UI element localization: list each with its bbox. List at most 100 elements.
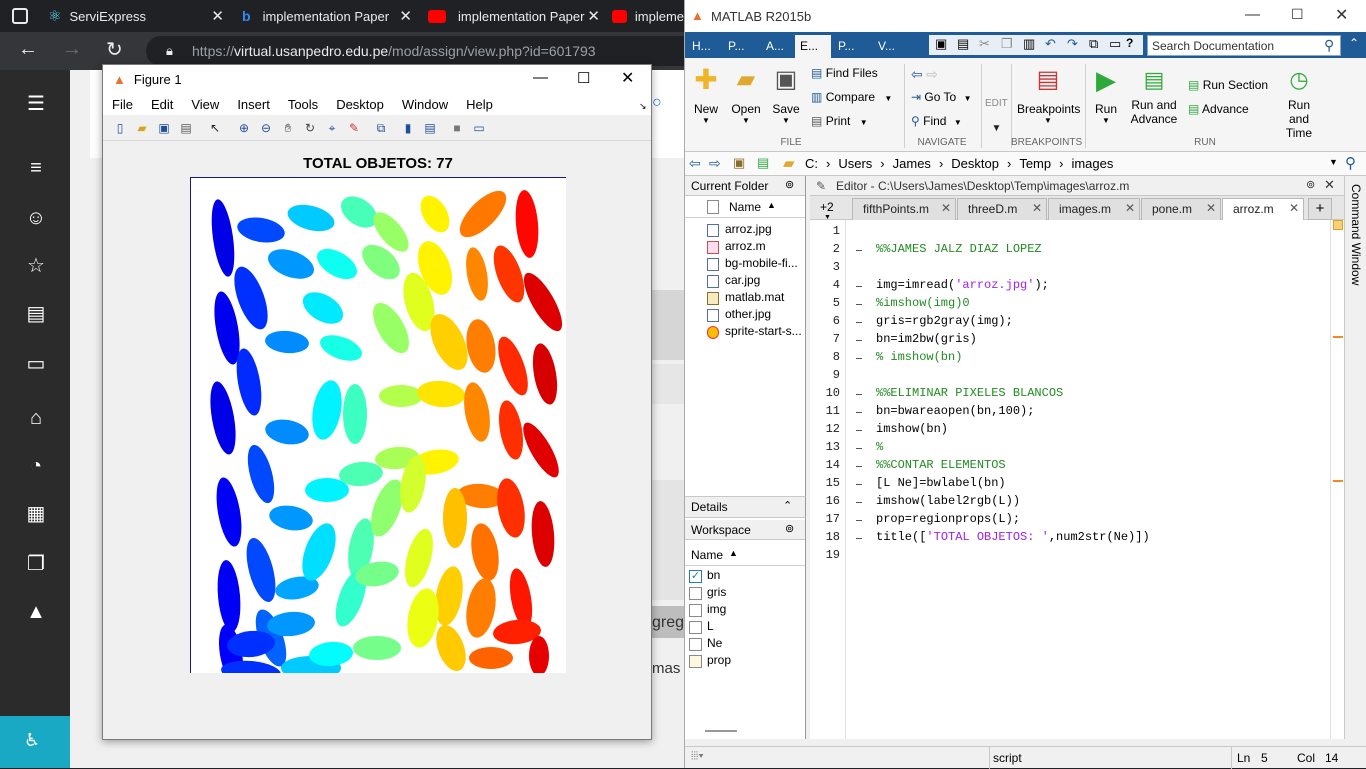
list-item[interactable]: arroz.jpg <box>685 222 805 239</box>
close-icon[interactable]: ✕ <box>1289 201 1299 215</box>
column-header[interactable]: Name ▲ <box>685 544 805 566</box>
brush-icon[interactable]: ✎ <box>346 120 362 136</box>
breadcrumb-item[interactable]: C: <box>805 156 818 171</box>
menu-help[interactable]: Help <box>457 97 502 112</box>
tab-editor[interactable]: E... <box>795 35 831 58</box>
breakpoint-slot[interactable] <box>856 250 862 251</box>
search-icon[interactable]: ⚲ <box>1345 154 1356 172</box>
menu-window[interactable]: Window <box>393 97 457 112</box>
close-icon[interactable]: ✕ <box>621 68 634 88</box>
close-icon[interactable]: ✕ <box>1032 201 1042 215</box>
tab-actions-icon[interactable] <box>12 8 28 24</box>
tab-apps[interactable]: A... <box>761 35 795 58</box>
zoom-out-icon[interactable]: ⊖ <box>258 120 274 136</box>
tab-arroz[interactable]: arroz.m ✕ <box>1222 198 1304 220</box>
new-figure-icon[interactable]: ▯ <box>112 120 128 136</box>
forward-icon[interactable]: ⇨ <box>709 155 721 172</box>
list-item[interactable]: Ne <box>685 636 805 653</box>
breakpoint-slot[interactable] <box>856 412 862 413</box>
list-item[interactable]: img <box>685 602 805 619</box>
up-folder-icon[interactable]: ▣ <box>733 155 745 171</box>
gauge-icon[interactable]: ◔ <box>22 452 50 480</box>
browse-folder-icon[interactable]: ▤ <box>757 155 769 171</box>
user-icon[interactable]: ☺ <box>22 204 50 232</box>
open-icon[interactable]: ▰ <box>134 120 150 136</box>
breakpoint-slot[interactable] <box>856 448 862 449</box>
legend-icon[interactable]: ▤ <box>422 120 438 136</box>
tab-plots[interactable]: P... <box>723 35 757 58</box>
redo-icon[interactable]: ↷ <box>1067 36 1078 52</box>
close-icon[interactable]: ✕ <box>399 7 412 25</box>
add-tab-button[interactable]: + <box>1308 198 1332 220</box>
breakpoint-slot[interactable] <box>856 322 862 323</box>
accessibility-button[interactable]: ♿︎ <box>0 716 70 768</box>
customize-icon[interactable]: ▭ <box>1109 36 1121 52</box>
close-icon[interactable]: ✕ <box>1335 5 1348 25</box>
breakpoint-slot[interactable] <box>856 340 862 341</box>
collapse-toolstrip-icon[interactable]: ⌃ <box>1349 36 1359 50</box>
scrollbar[interactable] <box>705 730 737 732</box>
calendar-icon[interactable]: ▦ <box>22 500 50 528</box>
breakpoint-slot[interactable] <box>856 520 862 521</box>
close-icon[interactable]: ✕ <box>1125 201 1135 215</box>
list-item[interactable]: other.jpg <box>685 307 805 324</box>
maximize-icon[interactable]: ☐ <box>577 69 590 87</box>
search-icon[interactable]: ○ <box>652 94 662 112</box>
paste-icon[interactable]: ▥ <box>1023 36 1035 52</box>
home-icon[interactable]: ⌂ <box>22 404 50 432</box>
details-panel-header[interactable]: Details ⌃ <box>685 496 806 518</box>
minimize-icon[interactable]: — <box>533 69 548 86</box>
chevron-down-icon[interactable]: ▼ <box>1329 157 1338 167</box>
hide-tools-icon[interactable]: ■ <box>449 120 465 136</box>
close-icon[interactable]: ✕ <box>1206 201 1216 215</box>
panel-actions-icon[interactable]: ⊚ <box>1306 178 1315 191</box>
book-icon[interactable]: ▤ <box>22 300 50 328</box>
breakpoint-slot[interactable] <box>856 430 862 431</box>
tab-publish[interactable]: P... <box>833 35 867 58</box>
zoom-in-icon[interactable]: ⊕ <box>236 120 252 136</box>
tab-images[interactable]: images.m ✕ <box>1048 198 1140 220</box>
browser-tab-4[interactable]: impleme <box>612 0 684 32</box>
copy-icon[interactable]: ❐ <box>1001 36 1013 52</box>
list-item[interactable]: arroz.m <box>685 239 805 256</box>
menu-desktop[interactable]: Desktop <box>327 97 393 112</box>
save-icon[interactable]: ▣ <box>156 120 172 136</box>
dock-icon[interactable]: ↘ <box>639 101 647 112</box>
breakpoint-slot[interactable] <box>856 538 862 539</box>
list-icon[interactable]: ≡ <box>22 154 50 182</box>
breakpoint-slot[interactable] <box>856 502 862 503</box>
breakpoint-slot[interactable] <box>856 466 862 467</box>
find-button[interactable]: ⚲ Find ▼ <box>911 114 962 128</box>
navigate-arrows[interactable]: ⇦ ⇨ <box>911 66 938 83</box>
panel-actions-icon[interactable]: ⊚ <box>785 522 794 535</box>
close-icon[interactable]: ✕ <box>211 7 224 25</box>
tab-view[interactable]: V... <box>873 35 907 58</box>
breakpoint-slot[interactable] <box>856 286 862 287</box>
menu-file[interactable]: File <box>103 97 142 112</box>
undo-icon[interactable]: ↶ <box>1045 36 1056 52</box>
tab-threed[interactable]: threeD.m ✕ <box>957 198 1047 220</box>
breakpoint-slot[interactable] <box>856 394 862 395</box>
cut-icon[interactable]: ✂ <box>979 36 990 52</box>
address-bar[interactable]: 🔒︎ https://virtual.usanpedro.edu.pe/mod/… <box>146 36 706 66</box>
run-and-time-button[interactable]: ◷ Run and Time <box>1277 66 1321 140</box>
tab-overflow[interactable]: +2 ▼ <box>820 200 834 221</box>
warning-marker[interactable] <box>1333 480 1343 482</box>
open-button[interactable]: ▰ Open ▼ <box>731 66 761 125</box>
tab-fifthpoints[interactable]: fifthPoints.m ✕ <box>852 198 956 220</box>
save-button[interactable]: ▣ Save ▼ <box>771 66 801 125</box>
reload-icon[interactable]: ↻ <box>106 37 123 62</box>
list-item[interactable]: matlab.mat <box>685 290 805 307</box>
show-tools-icon[interactable]: ▭ <box>471 120 487 136</box>
pointer-icon[interactable]: ↖ <box>207 120 223 136</box>
close-icon[interactable]: ✕ <box>941 201 951 215</box>
run-and-advance-button[interactable]: ▤ Run and Advance <box>1129 66 1179 126</box>
menu-tools[interactable]: Tools <box>279 97 327 112</box>
compare-button[interactable]: ▥ Compare ▼ <box>811 90 892 104</box>
print-button[interactable]: ▤ Print ▼ <box>811 114 868 128</box>
new-button[interactable]: ✚ New ▼ <box>691 66 721 126</box>
colorbar-icon[interactable]: ▮ <box>400 120 416 136</box>
maximize-icon[interactable]: ☐ <box>1291 6 1304 23</box>
browser-tab-3[interactable]: implementation Paper ✕ <box>424 0 608 32</box>
code-area[interactable]: 1 2 3 4 5 6 7 8 9 10 11 12 13 14 15 16 17 18 19 %%JAMES JA… <box>810 220 1330 739</box>
